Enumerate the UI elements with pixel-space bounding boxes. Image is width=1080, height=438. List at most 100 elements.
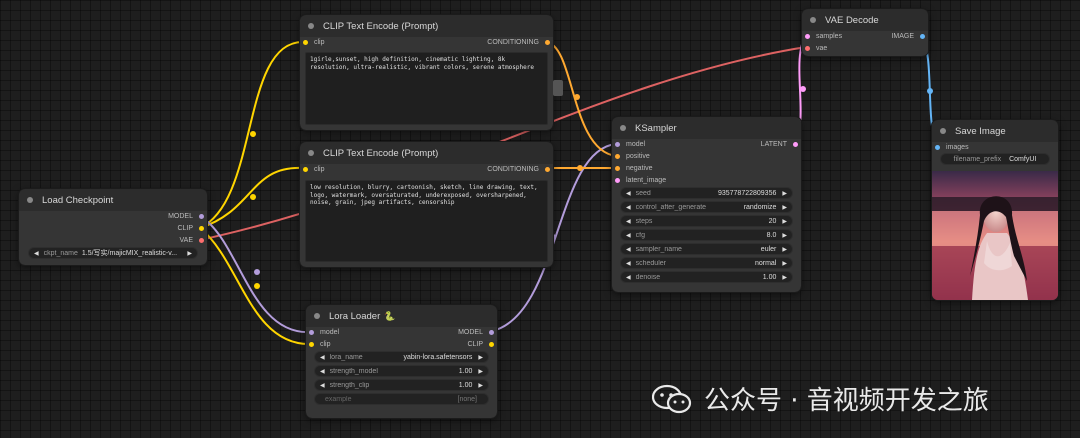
output-image[interactable]: IMAGE bbox=[891, 31, 925, 41]
save-image-node[interactable]: Save Image images filename_prefix ComfyU… bbox=[931, 119, 1059, 301]
steps-widget[interactable]: ◀ steps 20 ▶ bbox=[620, 215, 793, 227]
input-negative[interactable]: negative bbox=[615, 163, 652, 173]
watermark-text: 公众号 · 音视频开发之旅 bbox=[704, 386, 989, 416]
arrow-left-icon[interactable]: ◀ bbox=[626, 232, 631, 239]
socket-icon[interactable] bbox=[615, 141, 620, 147]
node-title-bar[interactable]: VAE Decode bbox=[802, 9, 928, 31]
arrow-right-icon[interactable]: ▶ bbox=[187, 250, 192, 257]
lora-name-widget[interactable]: ◀ lora_name yabin-lora.safetensors ▶ bbox=[314, 351, 489, 363]
socket-icon[interactable] bbox=[489, 341, 494, 347]
arrow-right-icon[interactable]: ▶ bbox=[782, 232, 787, 239]
resize-handle[interactable] bbox=[553, 80, 563, 96]
node-title-bar[interactable]: CLIP Text Encode (Prompt) bbox=[300, 15, 553, 37]
arrow-right-icon[interactable]: ▶ bbox=[782, 218, 787, 225]
ckpt-name-combo[interactable]: ◀ ckpt_name 1.5/写实/majicMIX_realistic-v.… bbox=[28, 247, 198, 259]
input-samples[interactable]: samples bbox=[805, 31, 842, 41]
ksampler-node[interactable]: KSampler model positive negative latent_… bbox=[611, 116, 802, 293]
load-checkpoint-node[interactable]: Load Checkpoint MODEL CLIP VAE ◀ ckpt_na… bbox=[18, 188, 208, 266]
node-title-bar[interactable]: Lora Loader 🐍 bbox=[306, 305, 497, 327]
socket-icon[interactable] bbox=[615, 177, 620, 183]
seed-widget[interactable]: ◀ seed 935778722809356 ▶ bbox=[620, 187, 793, 199]
socket-icon[interactable] bbox=[309, 341, 314, 347]
output-model[interactable]: MODEL bbox=[168, 211, 204, 221]
socket-icon[interactable] bbox=[805, 45, 810, 51]
collapse-dot-icon[interactable] bbox=[27, 197, 33, 203]
socket-icon[interactable] bbox=[199, 225, 204, 231]
collapse-dot-icon[interactable] bbox=[620, 125, 626, 131]
input-clip[interactable]: clip bbox=[303, 164, 325, 174]
arrow-left-icon[interactable]: ◀ bbox=[626, 204, 631, 211]
arrow-left-icon[interactable]: ◀ bbox=[320, 368, 325, 375]
socket-icon[interactable] bbox=[545, 166, 550, 172]
input-images[interactable]: images bbox=[935, 142, 969, 152]
output-vae[interactable]: VAE bbox=[180, 235, 204, 245]
prompt-textarea[interactable]: 1girle,sunset, high definition, cinemati… bbox=[305, 52, 548, 125]
arrow-left-icon[interactable]: ◀ bbox=[626, 190, 631, 197]
output-clip[interactable]: CLIP bbox=[177, 223, 204, 233]
scheduler-widget[interactable]: ◀ scheduler normal ▶ bbox=[620, 257, 793, 269]
arrow-right-icon[interactable]: ▶ bbox=[782, 204, 787, 211]
prompt-textarea[interactable]: low resolution, blurry, cartoonish, sket… bbox=[305, 180, 548, 262]
sampler-name-widget[interactable]: ◀ sampler_name euler ▶ bbox=[620, 243, 793, 255]
socket-icon[interactable] bbox=[303, 39, 308, 45]
input-positive[interactable]: positive bbox=[615, 151, 650, 161]
arrow-right-icon[interactable]: ▶ bbox=[478, 368, 483, 375]
input-clip[interactable]: clip bbox=[303, 37, 325, 47]
collapse-dot-icon[interactable] bbox=[940, 128, 946, 134]
socket-icon[interactable] bbox=[545, 39, 550, 45]
arrow-right-icon[interactable]: ▶ bbox=[478, 354, 483, 361]
collapse-dot-icon[interactable] bbox=[308, 23, 314, 29]
vae-decode-node[interactable]: VAE Decode samples vae IMAGE bbox=[801, 8, 929, 57]
input-vae[interactable]: vae bbox=[805, 43, 827, 53]
strength-clip-widget[interactable]: ◀ strength_clip 1.00 ▶ bbox=[314, 379, 489, 391]
node-title-bar[interactable]: CLIP Text Encode (Prompt) bbox=[300, 142, 553, 164]
arrow-right-icon[interactable]: ▶ bbox=[782, 260, 787, 267]
arrow-left-icon[interactable]: ◀ bbox=[34, 250, 39, 257]
node-title-bar[interactable]: Load Checkpoint bbox=[19, 189, 207, 211]
arrow-left-icon[interactable]: ◀ bbox=[626, 274, 631, 281]
input-model[interactable]: model bbox=[309, 327, 339, 337]
lora-loader-node[interactable]: Lora Loader 🐍 model clip MODEL CLIP ◀ lo… bbox=[305, 304, 498, 419]
socket-icon[interactable] bbox=[805, 33, 810, 39]
arrow-right-icon[interactable]: ▶ bbox=[782, 274, 787, 281]
node-title-bar[interactable]: Save Image bbox=[932, 120, 1058, 142]
arrow-left-icon[interactable]: ◀ bbox=[320, 354, 325, 361]
input-model[interactable]: model bbox=[615, 139, 645, 149]
socket-icon[interactable] bbox=[309, 329, 314, 335]
arrow-left-icon[interactable]: ◀ bbox=[320, 382, 325, 389]
socket-icon[interactable] bbox=[615, 153, 620, 159]
socket-icon[interactable] bbox=[489, 329, 494, 335]
socket-icon[interactable] bbox=[920, 33, 925, 39]
input-latent-image[interactable]: latent_image bbox=[615, 175, 666, 185]
control-after-generate-widget[interactable]: ◀ control_after_generate randomize ▶ bbox=[620, 201, 793, 213]
arrow-right-icon[interactable]: ▶ bbox=[478, 382, 483, 389]
clip-text-encode-negative-node[interactable]: CLIP Text Encode (Prompt) clip CONDITION… bbox=[299, 141, 554, 268]
clip-text-encode-positive-node[interactable]: CLIP Text Encode (Prompt) clip CONDITION… bbox=[299, 14, 554, 131]
output-image-preview[interactable] bbox=[932, 171, 1058, 300]
filename-prefix-widget[interactable]: filename_prefix ComfyUI bbox=[940, 153, 1050, 165]
collapse-dot-icon[interactable] bbox=[810, 17, 816, 23]
input-clip[interactable]: clip bbox=[309, 339, 331, 349]
arrow-left-icon[interactable]: ◀ bbox=[626, 246, 631, 253]
socket-icon[interactable] bbox=[793, 141, 798, 147]
node-title-bar[interactable]: KSampler bbox=[612, 117, 801, 139]
denoise-widget[interactable]: ◀ denoise 1.00 ▶ bbox=[620, 271, 793, 283]
socket-icon[interactable] bbox=[615, 165, 620, 171]
socket-icon[interactable] bbox=[935, 144, 940, 150]
output-conditioning[interactable]: CONDITIONING bbox=[487, 164, 550, 174]
socket-icon[interactable] bbox=[303, 166, 308, 172]
collapse-dot-icon[interactable] bbox=[308, 150, 314, 156]
output-model[interactable]: MODEL bbox=[458, 327, 494, 337]
arrow-left-icon[interactable]: ◀ bbox=[626, 218, 631, 225]
arrow-right-icon[interactable]: ▶ bbox=[782, 246, 787, 253]
arrow-left-icon[interactable]: ◀ bbox=[626, 260, 631, 267]
socket-icon[interactable] bbox=[199, 213, 204, 219]
output-latent[interactable]: LATENT bbox=[761, 139, 798, 149]
collapse-dot-icon[interactable] bbox=[314, 313, 320, 319]
output-clip[interactable]: CLIP bbox=[467, 339, 494, 349]
socket-icon[interactable] bbox=[199, 237, 204, 243]
output-conditioning[interactable]: CONDITIONING bbox=[487, 37, 550, 47]
strength-model-widget[interactable]: ◀ strength_model 1.00 ▶ bbox=[314, 365, 489, 377]
arrow-right-icon[interactable]: ▶ bbox=[782, 190, 787, 197]
cfg-widget[interactable]: ◀ cfg 8.0 ▶ bbox=[620, 229, 793, 241]
